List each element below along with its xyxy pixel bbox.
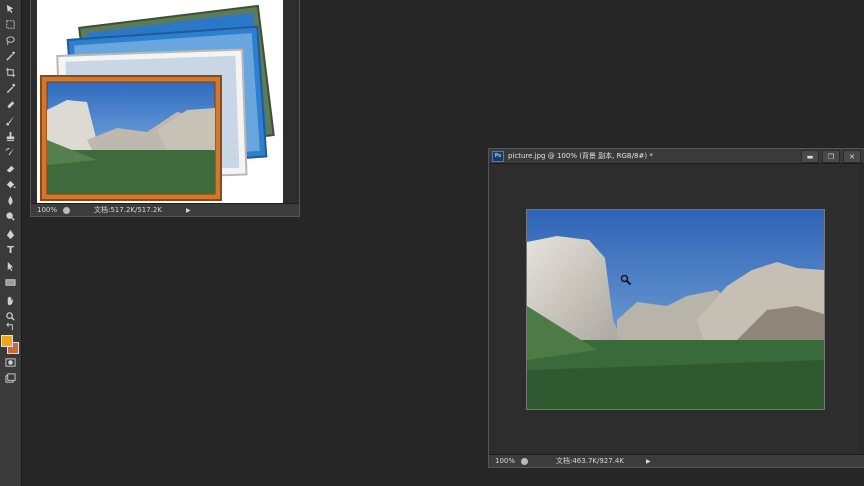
- document-title-bar[interactable]: Ps picture.jpg @ 100% (背景 副本, RGB/8#) * …: [489, 149, 864, 164]
- minimize-button[interactable]: ▬: [801, 150, 819, 163]
- tools-panel: T: [0, 0, 22, 486]
- document-size-info: 文档:463.7K/927.4K: [556, 457, 624, 465]
- magic-wand-icon[interactable]: [3, 50, 18, 63]
- path-select-icon[interactable]: [3, 260, 18, 273]
- close-button[interactable]: ✕: [843, 150, 861, 163]
- rectangle-icon[interactable]: [3, 276, 18, 289]
- status-menu-arrow-icon[interactable]: ▶: [186, 207, 191, 214]
- foreground-color-swatch[interactable]: [1, 335, 13, 347]
- lasso-icon[interactable]: [3, 34, 18, 47]
- zoom-cursor-icon: [620, 274, 632, 288]
- status-menu-arrow-icon[interactable]: ▶: [646, 458, 651, 465]
- yosemite-valley-photo: [527, 210, 824, 409]
- document-title: picture.jpg @ 100% (背景 副本, RGB/8#) *: [508, 152, 653, 160]
- vertical-scrollbar[interactable]: [859, 164, 864, 454]
- hand-icon[interactable]: [3, 294, 18, 307]
- photoshop-icon: Ps: [492, 150, 504, 162]
- swap-colors-icon[interactable]: [3, 322, 18, 332]
- quick-mask-icon[interactable]: [3, 356, 18, 369]
- move-icon[interactable]: [3, 2, 18, 15]
- crop-icon[interactable]: [3, 66, 18, 79]
- stacked-frames-artwork: [40, 4, 275, 201]
- blur-icon[interactable]: [3, 194, 18, 207]
- pen-icon[interactable]: [3, 228, 18, 241]
- status-bar-doc1: 100% 文档:517.2K/517.2K ▶: [31, 203, 299, 216]
- eyedropper-icon[interactable]: [3, 82, 18, 95]
- zoom-level[interactable]: 100%: [37, 206, 59, 214]
- dodge-icon[interactable]: [3, 210, 18, 223]
- status-bar-doc2: 100% 文档:463.7K/927.4K ▶: [489, 454, 864, 467]
- spot-heal-icon[interactable]: [3, 98, 18, 111]
- type-icon[interactable]: T: [3, 244, 18, 257]
- paint-bucket-icon[interactable]: [3, 178, 18, 191]
- document-window-picture[interactable]: Ps picture.jpg @ 100% (背景 副本, RGB/8#) * …: [488, 148, 864, 468]
- status-info-icon[interactable]: [63, 206, 70, 214]
- document-size-info: 文档:517.2K/517.2K: [94, 206, 162, 214]
- type-glyph: T: [7, 245, 14, 256]
- status-info-icon[interactable]: [521, 457, 528, 465]
- marquee-icon[interactable]: [3, 18, 18, 31]
- zoom-level[interactable]: 100%: [495, 457, 517, 465]
- maximize-button[interactable]: ❐: [822, 150, 840, 163]
- brush-icon[interactable]: [3, 114, 18, 127]
- clone-stamp-icon[interactable]: [3, 130, 18, 143]
- document-window-stacked-frames[interactable]: 100% 文档:517.2K/517.2K ▶: [30, 0, 300, 217]
- screen-mode-icon[interactable]: [3, 372, 18, 385]
- history-brush-icon[interactable]: [3, 146, 18, 159]
- canvas-picture[interactable]: [526, 209, 825, 410]
- eraser-icon[interactable]: [3, 162, 18, 175]
- canvas-stacked-frames[interactable]: [37, 0, 283, 203]
